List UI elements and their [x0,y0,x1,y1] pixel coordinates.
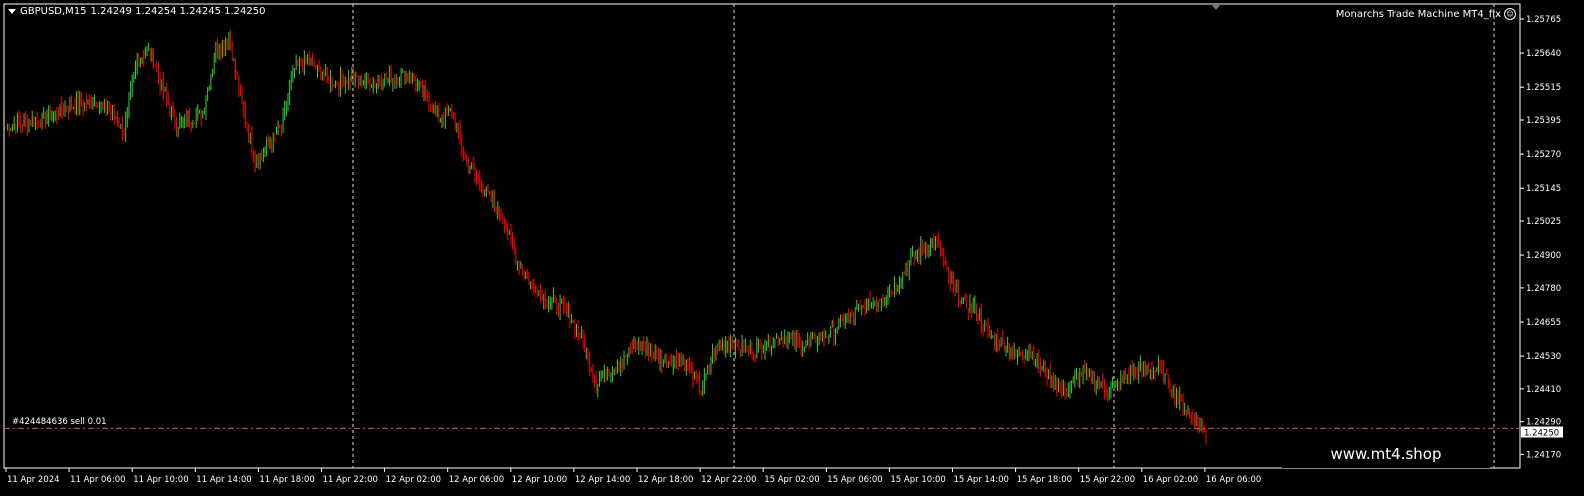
time-tick-label: 12 Apr 22:00 [701,475,756,485]
chevron-down-icon[interactable] [8,9,16,14]
time-tick-label: 11 Apr 22:00 [323,475,378,485]
current-price-label: 1.24250 [1524,429,1559,439]
time-tick-label: 15 Apr 06:00 [827,475,882,485]
time-tick-label: 15 Apr 14:00 [954,475,1009,485]
price-tick-label: 1.24290 [1526,418,1561,428]
price-tick-label: 1.25395 [1526,116,1561,126]
time-tick-label: 12 Apr 14:00 [575,475,630,485]
price-tick-label: 1.25515 [1526,83,1561,93]
price-tick-label: 1.24655 [1526,318,1561,328]
time-tick-label: 12 Apr 10:00 [512,475,567,485]
time-tick-label: 11 Apr 10:00 [133,475,188,485]
time-tick-label: 11 Apr 14:00 [196,475,251,485]
price-tick-label: 1.25270 [1526,150,1561,160]
time-tick-label: 11 Apr 18:00 [259,475,314,485]
watermark: www.mt4.shop [1282,440,1490,468]
price-tick-label: 1.25765 [1526,15,1561,25]
order-label: #424484636 sell 0.01 [12,417,107,428]
price-tick-label: 1.25640 [1526,49,1561,59]
symbol-ohlc: 1.24249 1.24254 1.24245 1.24250 [90,6,266,17]
time-tick-label: 16 Apr 06:00 [1206,475,1261,485]
symbol-info[interactable]: GBPUSD,M15 1.24249 1.24254 1.24245 1.242… [8,6,266,17]
time-tick-label: 15 Apr 02:00 [764,475,819,485]
time-tick-label: 11 Apr 2024 [7,475,60,485]
time-tick-label: 12 Apr 06:00 [449,475,504,485]
price-chart[interactable]: 1.25765 1.25640 1.25515 1.25395 1.25270 1.251… [0,0,1584,496]
price-tick-label: 1.24900 [1526,251,1561,261]
price-axis: 1.25765 1.25640 1.25515 1.25395 1.25270 1.251… [1520,15,1561,460]
expert-advisor-label[interactable]: Monarchs Trade Machine MT4_fix ☺ [1336,8,1516,20]
time-tick-label: 11 Apr 06:00 [70,475,125,485]
time-tick-label: 16 Apr 02:00 [1143,475,1198,485]
time-tick-label: 12 Apr 02:00 [386,475,441,485]
time-tick-label: 12 Apr 18:00 [638,475,693,485]
plot-frame [3,3,1521,469]
price-tick-label: 1.24170 [1526,450,1561,460]
price-tick-label: 1.25145 [1526,184,1561,194]
time-tick-label: 15 Apr 10:00 [890,475,945,485]
time-tick-label: 15 Apr 18:00 [1017,475,1072,485]
time-tick-label: 15 Apr 22:00 [1080,475,1135,485]
time-axis: 11 Apr 2024 11 Apr 06:00 11 Apr 10:00 11 Ap… [5,468,1261,485]
price-tick-label: 1.24410 [1526,385,1561,395]
smiley-icon: ☺ [1504,8,1516,20]
price-tick-label: 1.25025 [1526,217,1561,227]
symbol-name: GBPUSD,M15 [20,6,87,17]
price-tick-label: 1.24780 [1526,284,1561,294]
ea-name: Monarchs Trade Machine MT4_fix [1335,8,1501,20]
price-tick-label: 1.24530 [1526,352,1561,362]
